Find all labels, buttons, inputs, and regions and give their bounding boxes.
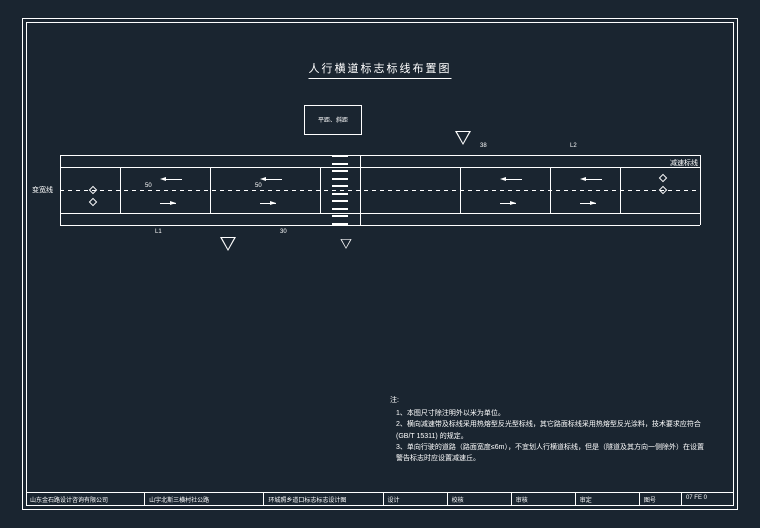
pedestrian-distance-box: 平距、斜距 xyxy=(304,105,362,135)
lane-arrow-icon xyxy=(170,201,176,205)
tb-sheet: 07 FE 0 xyxy=(682,493,734,506)
drawing-title: 人行横道标志标线布置图 xyxy=(309,60,452,79)
note-item: 1、本图尺寸除注明外以米为单位。 xyxy=(396,408,710,419)
yield-sign-icon xyxy=(340,239,351,249)
tb-review: 审核 xyxy=(512,493,576,506)
dim-label: 50 xyxy=(145,183,152,189)
road-diagram: 38 L2 L1 30 50 50 xyxy=(60,155,700,225)
tb-approve: 审定 xyxy=(576,493,640,506)
lane-arrow-icon xyxy=(160,177,166,181)
left-side-label: 变宽线 xyxy=(32,185,53,195)
diamond-marking-icon xyxy=(89,198,97,206)
dim-label: 30 xyxy=(280,229,287,235)
dim-label: 50 xyxy=(255,183,262,189)
tb-company: 山东金石路设计咨询有限公司 xyxy=(26,493,145,506)
dim-label: L1 xyxy=(155,229,162,235)
yield-sign-icon xyxy=(455,131,471,145)
diamond-marking-icon xyxy=(659,186,667,194)
notes-heading: 注: xyxy=(390,395,710,406)
right-side-label: 减速标线 xyxy=(670,158,698,168)
diamond-marking-icon xyxy=(89,186,97,194)
lane-arrow-icon xyxy=(580,177,586,181)
tb-sheet-label: 图号 xyxy=(640,493,682,506)
tb-design: 设计 xyxy=(384,493,448,506)
crosswalk-marking xyxy=(332,155,348,225)
note-item: 2、横向减速带及标线采用热熔型反光型标线，其它路面标线采用热熔型反光涂料，技术要… xyxy=(396,419,710,441)
dim-label: 38 xyxy=(480,143,487,149)
tb-drawing: 环城照乡道口标志标志设计图 xyxy=(264,493,383,506)
lane-arrow-icon xyxy=(590,201,596,205)
title-block: 山东金石路设计咨询有限公司 山宇北斯三横村社公路 环城照乡道口标志标志设计图 设… xyxy=(26,492,734,506)
note-item: 3、单向行驶的道路（路面宽度≤6m），不宜划人行横道标线，但是（隧道及其方向一侧… xyxy=(396,442,710,464)
tb-check: 校核 xyxy=(448,493,512,506)
lane-arrow-icon xyxy=(260,177,266,181)
lane-arrow-icon xyxy=(510,201,516,205)
yield-sign-icon xyxy=(220,237,236,251)
notes-block: 注: 1、本图尺寸除注明外以米为单位。 2、横向减速带及标线采用热熔型反光型标线… xyxy=(390,395,710,464)
lane-arrow-icon xyxy=(500,177,506,181)
dim-label: L2 xyxy=(570,143,577,149)
lane-arrow-icon xyxy=(270,201,276,205)
diamond-marking-icon xyxy=(659,174,667,182)
tb-project: 山宇北斯三横村社公路 xyxy=(145,493,264,506)
